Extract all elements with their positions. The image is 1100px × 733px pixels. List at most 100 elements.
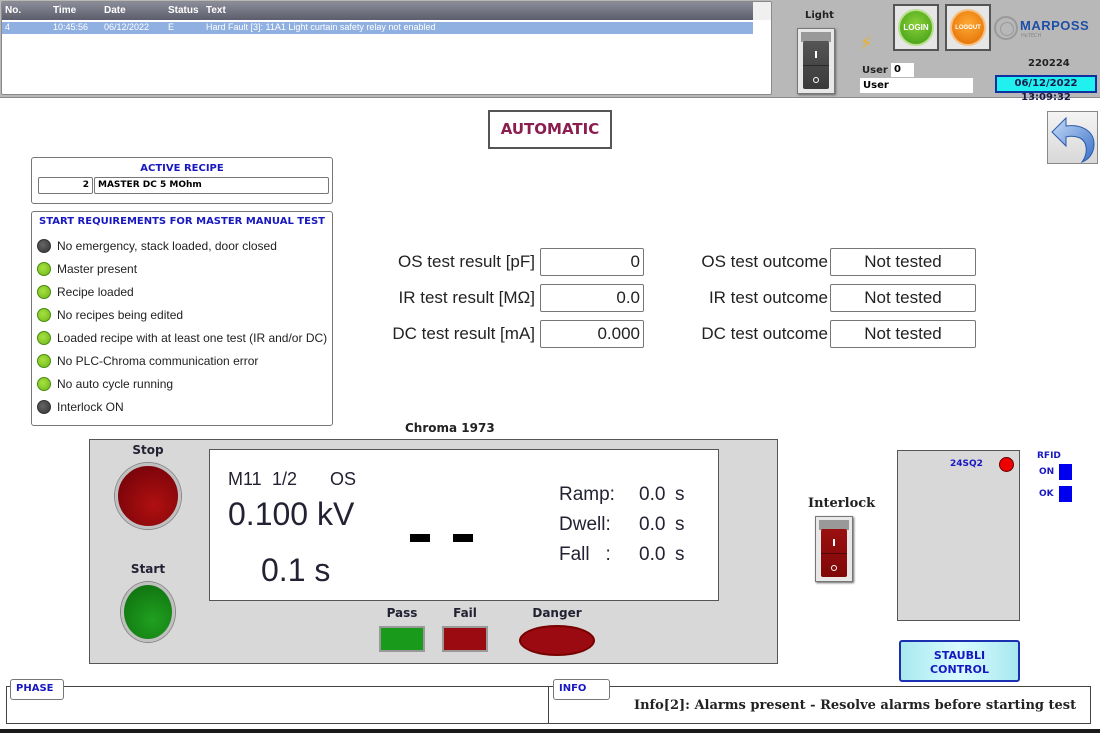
status-led-icon [37, 262, 51, 276]
recipe-name-field: MASTER DC 5 MOhm [94, 177, 329, 194]
interlock-switch[interactable] [815, 516, 853, 582]
start-label: Start [130, 562, 166, 576]
user-id-field: 0 [891, 63, 914, 77]
requirement-item: No auto cycle running [37, 375, 173, 393]
logout-disc: LOGOUT [950, 9, 986, 46]
stop-button[interactable] [115, 463, 181, 529]
column-status[interactable]: Status [168, 5, 199, 16]
fall-value: 0.0 [639, 544, 666, 565]
pass-lamp [379, 626, 425, 652]
dc-outcome-label: DC test outcome [701, 324, 828, 343]
requirement-label: No auto cycle running [57, 377, 174, 391]
requirement-item: No recipes being edited [37, 306, 183, 324]
rfid-on-label: ON [1039, 467, 1055, 477]
requirement-label: No PLC-Chroma communication error [57, 354, 259, 368]
ir-result-label: IR test result [MΩ] [398, 288, 535, 307]
light-switch[interactable] [797, 28, 835, 94]
stop-label: Stop [132, 443, 164, 457]
requirement-label: Interlock ON [57, 400, 124, 414]
ramp-unit: s [675, 484, 685, 505]
logo-name: MARPOSS [1020, 18, 1090, 33]
fall-label: Fall : [559, 544, 611, 565]
rfid-ok-label: OK [1039, 489, 1054, 499]
active-recipe-title: ACTIVE RECIPE [140, 163, 224, 174]
version-label: 220224 [1028, 58, 1070, 69]
dwell-label: Dwell: [559, 514, 611, 535]
ir-outcome-field: Not tested [830, 284, 976, 312]
switch-body [803, 41, 829, 89]
memory-label: M11 [228, 469, 262, 489]
time-display: 0.1 s [261, 552, 331, 588]
alarm-date: 06/12/2022 [104, 22, 150, 32]
header-bar: No. Time Date Status Text 4 10:45:56 06/… [0, 0, 1100, 103]
pass-label: Pass [386, 606, 418, 620]
back-button[interactable] [1047, 111, 1098, 164]
status-led-icon [37, 377, 51, 391]
dwell-value: 0.0 [639, 514, 666, 535]
requirement-label: No recipes being edited [57, 308, 184, 322]
staubli-control-button[interactable]: STAUBLI CONTROL [899, 640, 1020, 682]
os-outcome-field: Not tested [830, 248, 976, 276]
on-mark-icon [815, 51, 817, 58]
logout-button[interactable]: LOGOUT [945, 4, 991, 51]
datetime-display: 06/12/2022 13:09:32 [995, 75, 1097, 103]
column-no[interactable]: No. [5, 5, 21, 16]
status-led-icon [37, 308, 51, 322]
staubli-line-2: CONTROL [930, 663, 989, 676]
chroma-title: Chroma 1973 [405, 421, 495, 435]
user-name-field: User [860, 78, 973, 93]
dc-result-label: DC test result [mA] [392, 324, 535, 343]
requirements-title: START REQUIREMENTS FOR MASTER MANUAL TES… [39, 216, 325, 227]
start-button[interactable] [121, 582, 175, 642]
active-recipe-panel: ACTIVE RECIPE 2 MASTER DC 5 MOhm [31, 157, 333, 204]
login-button[interactable]: LOGIN [893, 4, 939, 51]
on-mark-icon [833, 539, 835, 546]
taskbar [0, 729, 1100, 733]
rfid-title: RFID [1037, 451, 1061, 461]
requirement-item: Master present [37, 260, 137, 278]
dc-outcome-field: Not tested [830, 320, 976, 348]
staubli-line-1: STAUBLI [933, 649, 986, 662]
column-time[interactable]: Time [53, 5, 76, 16]
status-led-icon [37, 354, 51, 368]
start-requirements-panel: START REQUIREMENTS FOR MASTER MANUAL TES… [31, 211, 333, 426]
switch-split [803, 65, 829, 66]
danger-label: Danger [532, 606, 582, 620]
status-led-icon [37, 331, 51, 345]
marposs-logo: MARPOSS HeTECH [994, 16, 1098, 40]
result-dash-1 [410, 534, 430, 542]
alarm-no: 4 [5, 22, 11, 32]
alarm-text: Hard Fault [3]: 11A1 Light curtain safet… [206, 22, 436, 32]
staubli-panel [897, 450, 1020, 621]
sensor-label: 24SQ2 [950, 459, 983, 469]
chroma-display: M11 1/2 OS 0.100 kV 0.1 s Ramp: 0.0 s Dw… [209, 449, 719, 601]
status-led-icon [37, 239, 51, 253]
voltage-display: 0.100 kV [228, 496, 355, 532]
ir-result-field: 0.0 [540, 284, 644, 312]
requirement-item: Interlock ON [37, 398, 124, 416]
back-arrow-icon [1051, 116, 1095, 163]
fall-unit: s [675, 544, 685, 565]
mode-indicator: AUTOMATIC [488, 110, 612, 149]
hmi-screen: No. Time Date Status Text 4 10:45:56 06/… [0, 0, 1100, 733]
column-text[interactable]: Text [206, 5, 226, 16]
alarm-table[interactable]: No. Time Date Status Text 4 10:45:56 06/… [1, 1, 772, 95]
phase-box [6, 686, 550, 724]
alarm-row[interactable]: 4 10:45:56 06/12/2022 E Hard Fault [3]: … [2, 22, 753, 34]
fail-label: Fail [453, 606, 477, 620]
requirement-label: Loaded recipe with at least one test (IR… [57, 331, 328, 345]
logo-sub: HeTECH [1021, 33, 1042, 39]
switch-body [821, 529, 847, 577]
alarm-status: E [168, 22, 175, 32]
lightning-icon: ⚡ [860, 33, 873, 54]
ramp-label: Ramp: [559, 484, 615, 505]
column-date[interactable]: Date [104, 5, 126, 16]
alarm-header-filler [753, 2, 771, 20]
requirement-label: Recipe loaded [57, 285, 134, 299]
requirement-item: Recipe loaded [37, 283, 134, 301]
requirement-label: No emergency, stack loaded, door closed [57, 239, 277, 253]
requirement-item: No PLC-Chroma communication error [37, 352, 258, 370]
status-led-icon [37, 285, 51, 299]
os-outcome-label: OS test outcome [701, 252, 828, 271]
dc-result-field: 0.000 [540, 320, 644, 348]
